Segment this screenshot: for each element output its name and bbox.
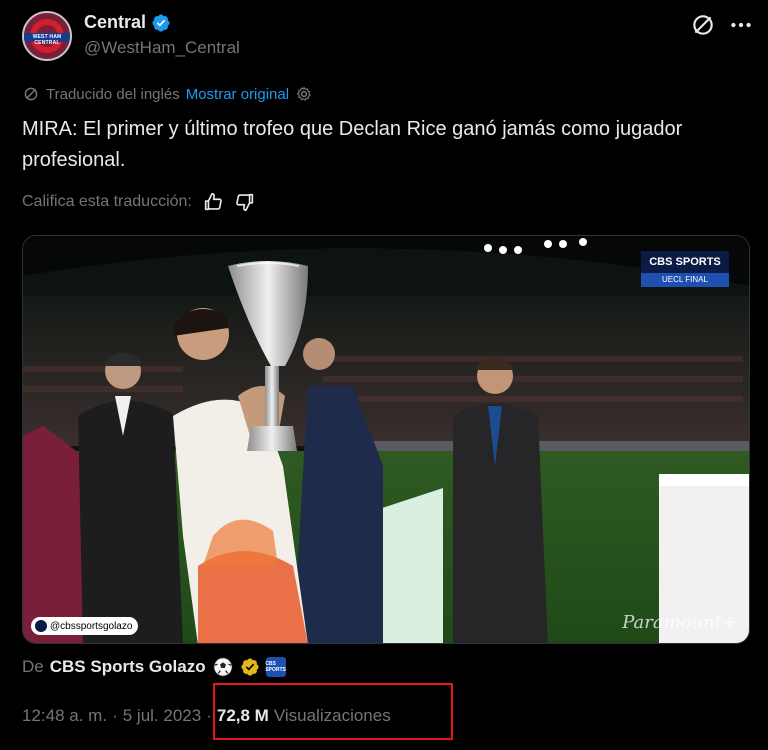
views-highlight-box xyxy=(213,683,453,740)
name-row: Central xyxy=(84,12,171,33)
source-tag[interactable]: @cbssportsgolazo xyxy=(31,617,139,635)
source-tag-label: @cbssportsgolazo xyxy=(50,620,133,632)
post-time[interactable]: 12:48 a. m. xyxy=(22,706,107,726)
from-account-name[interactable]: CBS Sports Golazo xyxy=(50,657,206,677)
avatar[interactable]: WEST HAM CENTRAL xyxy=(22,11,72,61)
from-prefix: De xyxy=(22,657,44,676)
paramount-watermark: Paramount+ xyxy=(622,612,737,633)
translation-row: Traducido del inglés Mostrar original xyxy=(22,85,313,103)
thumbs-down-icon[interactable] xyxy=(234,191,256,213)
translated-label: Traducido del inglés xyxy=(46,85,180,103)
cbs-badge-top: CBS SPORTS xyxy=(649,256,721,268)
thumbs-up-icon[interactable] xyxy=(202,191,224,213)
meta-separator: · xyxy=(206,706,212,725)
verified-badge-icon[interactable] xyxy=(151,13,171,33)
gear-icon[interactable] xyxy=(295,85,313,103)
cbs-sports-affiliate-icon[interactable]: CBS SPORTS xyxy=(265,657,286,677)
gold-verified-badge-icon[interactable] xyxy=(240,657,260,677)
meta-separator: · xyxy=(112,706,118,725)
display-name[interactable]: Central xyxy=(84,12,146,33)
video-frame xyxy=(23,236,749,643)
handle[interactable]: @WestHam_Central xyxy=(84,38,240,58)
tweet: WEST HAM CENTRAL Central @WestHam_Centra… xyxy=(0,0,768,750)
cbs-badge-bottom: UECL FINAL xyxy=(641,273,729,287)
rate-translation-row: Califica esta traducción: xyxy=(22,191,256,213)
post-date[interactable]: 5 jul. 2023 xyxy=(123,706,201,726)
rate-label: Califica esta traducción: xyxy=(22,193,192,210)
source-tag-logo-icon xyxy=(35,620,47,632)
show-original-link[interactable]: Mostrar original xyxy=(186,86,289,103)
grok-icon[interactable] xyxy=(690,12,716,38)
soccer-ball-icon xyxy=(212,657,233,677)
cbs-sports-badge: CBS SPORTS UECL FINAL xyxy=(641,251,729,287)
more-options-icon[interactable] xyxy=(728,12,754,38)
avatar-text: WEST HAM CENTRAL xyxy=(32,34,62,46)
translate-icon xyxy=(24,87,38,101)
from-row: De CBS Sports Golazo CBS SPORTS xyxy=(22,656,286,678)
tweet-text: MIRA: El primer y último trofeo que Decl… xyxy=(22,118,683,171)
tweet-video[interactable]: CBS SPORTS UECL FINAL @cbssportsgolazo P… xyxy=(22,235,750,644)
